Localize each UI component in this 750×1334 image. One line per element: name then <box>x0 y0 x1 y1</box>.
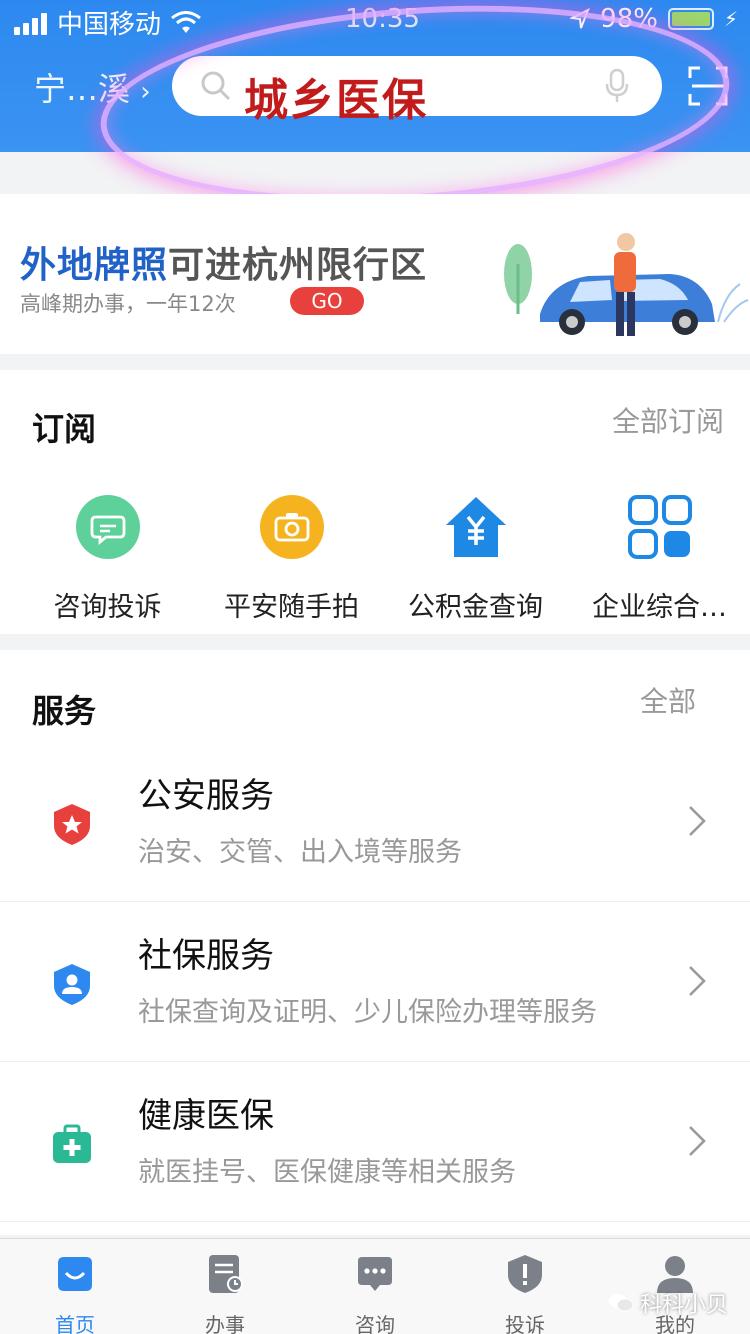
subscribe-item-label: 平安随手拍 <box>224 592 359 623</box>
scan-icon[interactable] <box>688 66 728 106</box>
clock: 10:35 <box>345 4 420 34</box>
service-desc: 治安、交管、出入境等服务 <box>138 837 462 868</box>
subscribe-item-photo[interactable]: 平安随手拍 <box>198 495 385 624</box>
banner-title-rest: 可进杭州限行区 <box>168 245 428 286</box>
banner-title: 外地牌照可进杭州限行区 <box>20 236 427 288</box>
police-shield-icon <box>54 804 90 845</box>
status-bar: 中国移动 10:35 98% ⚡ <box>0 0 750 40</box>
tab-label: 咨询 <box>355 1313 395 1334</box>
service-title: 社保服务 <box>138 936 274 976</box>
service-row-health-insurance[interactable]: 健康医保 就医挂号、医保健康等相关服务 <box>0 1062 750 1222</box>
subscribe-item-consult[interactable]: 咨询投诉 <box>14 495 201 624</box>
search-icon <box>201 71 231 101</box>
service-desc: 就医挂号、医保健康等相关服务 <box>138 1157 516 1188</box>
car-illustration <box>504 233 749 336</box>
banner-go-button[interactable]: GO <box>290 287 364 315</box>
battery-percent: 98% <box>600 4 658 34</box>
subscribe-all-link[interactable]: 全部订阅 <box>612 400 724 440</box>
charging-icon: ⚡ <box>723 7 738 31</box>
signal-icon <box>14 11 47 35</box>
grid-icon <box>627 495 692 559</box>
subscribe-section: 订阅 全部订阅 咨询投诉 平安随手拍 公积金查询 企业综合… <box>0 370 750 634</box>
tab-label: 投诉 <box>505 1313 545 1334</box>
wifi-icon <box>171 10 201 33</box>
banner-subtitle: 高峰期办事，一年12次 <box>20 292 236 316</box>
microphone-icon[interactable] <box>604 68 630 104</box>
services-section: 服务 全部 公安服务 治安、交管、出入境等服务 社保服务 社保查询及证明、少儿保… <box>0 650 750 1235</box>
battery-icon <box>667 8 714 30</box>
watermark-label: 科科小贝 <box>639 1293 728 1318</box>
chevron-right-icon <box>689 1126 706 1156</box>
chat-bubble-icon <box>75 495 140 559</box>
tab-home[interactable]: 首页 <box>0 1253 150 1334</box>
service-row-social-security[interactable]: 社保服务 社保查询及证明、少儿保险办理等服务 <box>0 902 750 1062</box>
subscribe-title: 订阅 <box>32 410 97 448</box>
tab-label: 首页 <box>55 1313 95 1334</box>
shield-alert-icon <box>508 1255 542 1293</box>
banner-title-highlight: 外地牌照 <box>20 245 169 286</box>
home-icon <box>58 1257 92 1291</box>
search-input[interactable]: 城乡医保 <box>244 64 428 128</box>
subscribe-item-label: 公积金查询 <box>408 592 543 623</box>
subscribe-item-enterprise[interactable]: 企业综合… <box>566 495 750 624</box>
location-arrow-icon <box>570 8 591 29</box>
services-title: 服务 <box>32 692 97 730</box>
search-bar[interactable]: 城乡医保 <box>172 56 662 126</box>
service-title: 公安服务 <box>138 776 274 816</box>
services-all-link[interactable]: 全部 <box>640 680 696 720</box>
city-label: 宁…溪 <box>34 70 131 108</box>
service-desc: 社保查询及证明、少儿保险办理等服务 <box>138 997 597 1028</box>
tab-consult[interactable]: 咨询 <box>300 1253 450 1334</box>
promo-banner[interactable]: 外地牌照可进杭州限行区 高峰期办事，一年12次 GO <box>0 194 750 354</box>
bottom-tab-bar: 首页 办事 咨询 投诉 我的 科科小贝 <box>0 1238 750 1334</box>
subscribe-item-label: 企业综合… <box>592 592 727 623</box>
medical-kit-icon <box>53 1124 91 1163</box>
camera-icon <box>259 495 324 559</box>
subscribe-item-fund[interactable]: 公积金查询 <box>382 495 569 624</box>
carrier-label: 中国移动 <box>57 10 162 40</box>
tab-complaint[interactable]: 投诉 <box>450 1253 600 1334</box>
tab-tasks[interactable]: 办事 <box>150 1253 300 1334</box>
tab-label: 办事 <box>205 1313 245 1334</box>
subscribe-item-label: 咨询投诉 <box>53 592 162 623</box>
city-selector[interactable]: 宁…溪 › <box>34 64 151 110</box>
watermark: 科科小贝 <box>608 1287 728 1319</box>
service-row-police[interactable]: 公安服务 治安、交管、出入境等服务 <box>0 742 750 902</box>
app-header: 中国移动 10:35 98% ⚡ 宁…溪 › 城乡医保 <box>0 0 750 152</box>
chevron-right-icon <box>689 966 706 996</box>
wechat-icon <box>608 1294 634 1312</box>
person-shield-icon <box>54 964 90 1005</box>
chevron-right-icon <box>689 806 706 836</box>
service-title: 健康医保 <box>138 1096 274 1136</box>
chevron-right-icon: › <box>140 77 151 107</box>
house-yen-icon <box>445 497 506 557</box>
document-icon <box>209 1255 243 1293</box>
chat-icon <box>358 1257 392 1291</box>
